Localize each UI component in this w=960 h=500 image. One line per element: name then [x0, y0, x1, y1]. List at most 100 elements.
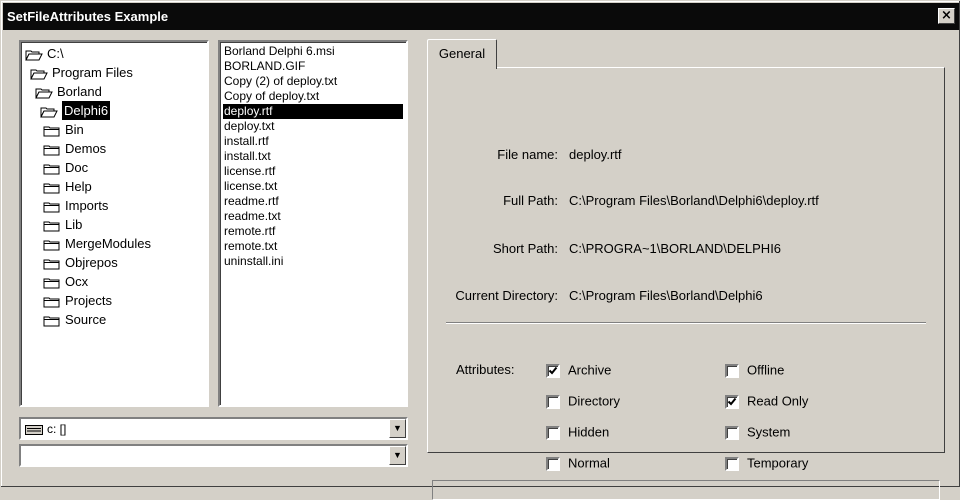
tree-item-label: Lib — [65, 217, 83, 232]
temporary-checkbox[interactable]: Temporary — [725, 456, 808, 472]
chevron-down-icon: ▼ — [393, 450, 402, 460]
directory-tree[interactable]: C:\ Program Files Borland Delphi6 Bin Demos Do… — [19, 40, 209, 407]
tree-item[interactable]: Imports — [23, 196, 207, 215]
tree-item-label: Borland — [57, 84, 102, 99]
file-list-item[interactable]: uninstall.ini — [223, 254, 406, 269]
file-list-item[interactable]: license.rtf — [223, 164, 406, 179]
tree-item-label: Source — [65, 312, 107, 327]
hidden-checkbox[interactable]: Hidden — [546, 425, 609, 441]
file-list-item[interactable]: deploy.rtf — [223, 104, 403, 119]
filter-dropdown-button[interactable]: ▼ — [389, 446, 406, 465]
general-tab-page: File name: deploy.rtf Full Path: C:\Prog… — [427, 67, 945, 500]
archive-checkbox-label: Archive — [568, 362, 612, 378]
file-list-item[interactable]: Copy of deploy.txt — [223, 89, 406, 104]
tree-item[interactable]: Source — [23, 310, 207, 329]
normal-checkbox[interactable]: Normal — [546, 456, 610, 472]
close-button[interactable]: × — [938, 8, 955, 24]
archive-checkbox[interactable]: Archive — [546, 363, 611, 379]
file-list-item[interactable]: readme.rtf — [223, 194, 406, 209]
file-list-item[interactable]: remote.txt — [223, 239, 406, 254]
drive-icon — [25, 424, 43, 435]
folder-icon — [43, 183, 60, 194]
folder-icon — [43, 316, 60, 327]
open-folder-icon — [35, 88, 53, 99]
directory-checkbox-label: Directory — [568, 393, 621, 409]
file-list-item[interactable]: deploy.txt — [223, 119, 406, 134]
tree-item-label: Objrepos — [65, 255, 118, 270]
tree-item[interactable]: Help — [23, 177, 207, 196]
drive-dropdown-button[interactable]: ▼ — [389, 419, 406, 438]
tree-item[interactable]: Delphi6 — [23, 101, 207, 120]
folder-icon — [43, 278, 60, 289]
tree-item[interactable]: Ocx — [23, 272, 207, 291]
tree-item-label: Ocx — [65, 274, 89, 289]
checkbox-box — [546, 394, 560, 409]
system-checkbox-label: System — [747, 424, 791, 440]
tab-general-label: General — [438, 46, 486, 61]
tree-item[interactable]: Doc — [23, 158, 207, 177]
read-only-checkbox-label: Read Only — [747, 393, 809, 409]
full-path-label: Full Path: — [503, 193, 558, 208]
folder-icon — [43, 297, 60, 308]
file-list-item[interactable]: install.rtf — [223, 134, 406, 149]
tree-item[interactable]: Objrepos — [23, 253, 207, 272]
file-list-item[interactable]: remote.rtf — [223, 224, 406, 239]
drive-combobox[interactable]: c: [] ▼ — [19, 417, 408, 440]
tree-item-label: Doc — [65, 160, 89, 175]
file-list[interactable]: Borland Delphi 6.msi BORLAND.GIF Copy (2) … — [218, 40, 408, 407]
tree-item-label: Bin — [65, 122, 84, 137]
file-list-item[interactable]: BORLAND.GIF — [223, 59, 406, 74]
file-list-item[interactable]: Borland Delphi 6.msi — [223, 44, 406, 59]
short-path-value: C:\PROGRA~1\BORLAND\DELPHI6 — [569, 241, 782, 256]
tree-item[interactable]: MergeModules — [23, 234, 207, 253]
current-directory-label: Current Directory: — [455, 288, 558, 303]
folder-icon — [43, 164, 60, 175]
file-list-item[interactable]: install.txt — [223, 149, 406, 164]
read-only-checkbox[interactable]: Read Only — [725, 394, 808, 410]
file-list-item[interactable]: readme.txt — [223, 209, 406, 224]
app-window: SetFileAttributes Example × C:\ Program F… — [0, 0, 960, 500]
tree-item[interactable]: Program Files — [23, 63, 207, 82]
checkbox-box — [546, 456, 560, 471]
short-path-label: Short Path: — [492, 241, 558, 256]
full-path-value: C:\Program Files\Borland\Delphi6\deploy.… — [569, 193, 819, 208]
filter-combobox[interactable]: ▼ — [19, 444, 408, 467]
folder-icon — [43, 240, 60, 251]
folder-icon — [43, 221, 60, 232]
file-list-item[interactable]: Copy (2) of deploy.txt — [223, 74, 406, 89]
tab-general[interactable]: General — [427, 39, 497, 69]
attributes-label: Attributes: — [456, 362, 515, 377]
status-panel — [432, 480, 940, 500]
offline-checkbox[interactable]: Offline — [725, 363, 784, 379]
tree-item[interactable]: Demos — [23, 139, 207, 158]
chevron-down-icon: ▼ — [393, 423, 402, 433]
file-list-item[interactable]: license.txt — [223, 179, 406, 194]
divider — [446, 322, 926, 324]
tree-item-label: Program Files — [52, 65, 133, 80]
tree-item-label: Imports — [65, 198, 109, 213]
folder-icon — [43, 145, 60, 156]
hidden-checkbox-label: Hidden — [568, 424, 610, 440]
tree-item[interactable]: Bin — [23, 120, 207, 139]
tab-control: General File name: deploy.rtf Full Path:… — [427, 39, 945, 500]
tree-item[interactable]: C:\ — [23, 44, 207, 63]
tree-item-label: C:\ — [47, 46, 64, 61]
tree-item-label: Demos — [65, 141, 107, 156]
checkbox-box — [725, 363, 739, 378]
title-bar[interactable]: SetFileAttributes Example × — [3, 3, 959, 30]
tree-item[interactable]: Lib — [23, 215, 207, 234]
tree-item[interactable]: Projects — [23, 291, 207, 310]
window-title: SetFileAttributes Example — [7, 9, 169, 24]
system-checkbox[interactable]: System — [725, 425, 790, 441]
checkbox-box — [546, 425, 560, 440]
tree-item-label: Help — [65, 179, 92, 194]
tree-item-label: MergeModules — [65, 236, 151, 251]
folder-icon — [43, 126, 60, 137]
folder-icon — [43, 202, 60, 213]
directory-checkbox[interactable]: Directory — [546, 394, 620, 410]
file-name-value: deploy.rtf — [569, 147, 622, 162]
tree-item[interactable]: Borland — [23, 82, 207, 101]
drive-combobox-value: c: [] — [47, 422, 67, 436]
normal-checkbox-label: Normal — [568, 455, 610, 471]
temporary-checkbox-label: Temporary — [747, 455, 809, 471]
